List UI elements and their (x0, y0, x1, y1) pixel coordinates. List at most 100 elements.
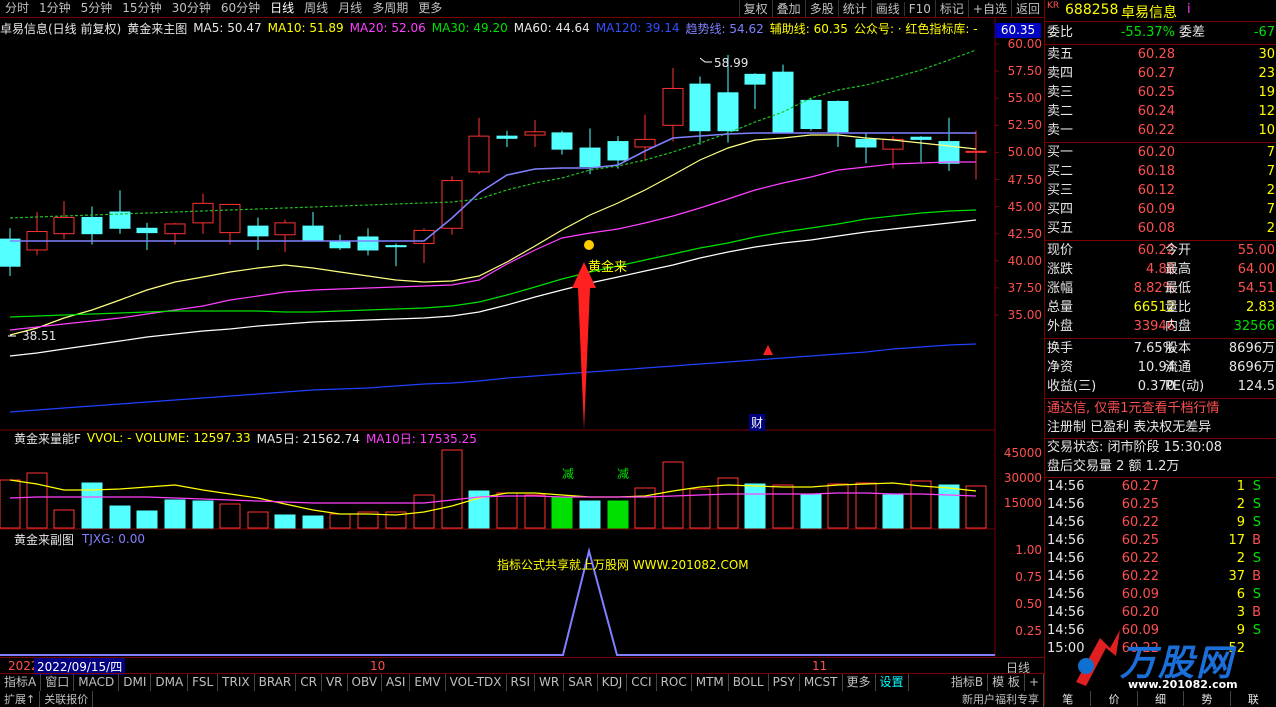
indicator-tab-18[interactable]: CCI (627, 674, 657, 691)
indicator-tab-11[interactable]: ASI (382, 674, 411, 691)
indicator-tab-13[interactable]: VOL-TDX (446, 674, 507, 691)
candle[interactable] (441, 176, 463, 235)
candle[interactable] (357, 228, 379, 256)
quote-tab-0[interactable]: 笔 (1045, 691, 1092, 706)
volume-bar[interactable] (882, 494, 904, 529)
indicator-tab-1[interactable]: 窗口 (41, 674, 75, 691)
candle[interactable] (938, 117, 960, 171)
volume-bar[interactable] (607, 500, 629, 529)
volume-bar[interactable] (0, 479, 21, 529)
candle[interactable] (800, 98, 822, 131)
bid-row[interactable]: 买五 60.08 2 (1047, 220, 1275, 238)
candle[interactable] (136, 222, 158, 250)
toolbar-button-1[interactable]: 叠加 (771, 0, 805, 17)
bid-row[interactable]: 买一 60.20 7 (1047, 144, 1275, 162)
indicator-tab-12[interactable]: EMV (410, 674, 446, 691)
toolbar-button-4[interactable]: 画线 (870, 0, 904, 17)
indicator-tab-2[interactable]: MACD (74, 674, 120, 691)
indicator-tab-25[interactable]: 设置 (876, 674, 909, 691)
bid-row[interactable]: 买四 60.09 7 (1047, 201, 1275, 219)
candle[interactable] (607, 136, 629, 169)
ad-line-1[interactable]: 通达信, 仅需1元查看千档行情 (1047, 400, 1275, 418)
volume-bar[interactable] (26, 472, 48, 529)
volume-bar[interactable] (329, 513, 351, 529)
indicator-tab-21[interactable]: BOLL (729, 674, 769, 691)
volume-bar[interactable] (938, 484, 960, 529)
ask-row[interactable]: 卖一 60.22 10 (1047, 122, 1275, 140)
indicator-right-tab-1[interactable]: 模 板 (988, 674, 1025, 691)
promo-link[interactable]: 新用户福利专享 (958, 690, 1044, 707)
indicator-tab-17[interactable]: KDJ (598, 674, 628, 691)
quote-tab-4[interactable]: 联 (1231, 691, 1276, 706)
volume-bar[interactable] (164, 499, 186, 529)
volume-bar[interactable] (441, 449, 463, 529)
toolbar-button-3[interactable]: 统计 (837, 0, 871, 17)
quote-tab-2[interactable]: 细 (1138, 691, 1185, 706)
volume-bar[interactable] (551, 496, 573, 529)
candle[interactable] (385, 243, 407, 267)
indicator-tab-7[interactable]: BRAR (255, 674, 297, 691)
ad-line-2[interactable]: 注册制 已盈利 表决权无差异 (1047, 419, 1275, 437)
period-tab-5[interactable]: 60分钟 (216, 0, 265, 17)
toolbar-button-5[interactable]: F10 (903, 1, 935, 16)
indicator-tab-8[interactable]: CR (296, 674, 322, 691)
indicator-tab-10[interactable]: OBV (348, 674, 383, 691)
ask-row[interactable]: 卖二 60.24 12 (1047, 103, 1275, 121)
toolbar-button-2[interactable]: 多股 (804, 0, 838, 17)
volume-bar[interactable] (772, 484, 794, 529)
period-tab-7[interactable]: 周线 (299, 0, 333, 17)
bottom-link-1[interactable]: 关联报价 (40, 690, 94, 707)
period-tab-6[interactable]: 日线 (265, 0, 299, 17)
finance-marker[interactable]: 财 (749, 414, 766, 431)
indicator-tab-9[interactable]: VR (322, 674, 348, 691)
candle[interactable] (524, 119, 546, 147)
toolbar-button-6[interactable]: 标记 (934, 0, 968, 17)
candle[interactable] (81, 206, 103, 245)
candle[interactable] (827, 100, 849, 147)
indicator-tab-14[interactable]: RSI (507, 674, 536, 691)
indicator-tab-5[interactable]: FSL (188, 674, 219, 691)
volume-bar[interactable] (247, 511, 269, 529)
candle[interactable] (910, 136, 932, 163)
candle[interactable] (413, 228, 435, 263)
bid-row[interactable]: 买三 60.12 2 (1047, 182, 1275, 200)
volume-bar[interactable] (827, 483, 849, 529)
volume-bar[interactable] (109, 505, 131, 529)
candle[interactable] (0, 228, 21, 276)
volume-bar[interactable] (136, 510, 158, 529)
indicator-tab-15[interactable]: WR (535, 674, 565, 691)
period-tab-3[interactable]: 15分钟 (117, 0, 166, 17)
bottom-link-0[interactable]: 扩展↑ (0, 690, 41, 707)
indicator-tab-23[interactable]: MCST (800, 674, 843, 691)
candle[interactable] (53, 201, 75, 240)
volume-bar[interactable] (496, 492, 518, 529)
toolbar-button-8[interactable]: 返回 (1010, 0, 1044, 17)
indicator-right-tab-0[interactable]: 指标B (947, 674, 989, 691)
indicator-tab-16[interactable]: SAR (564, 674, 598, 691)
indicator-tab-4[interactable]: DMA (151, 674, 189, 691)
volume-bar[interactable] (800, 493, 822, 529)
candle[interactable] (329, 234, 351, 250)
candle[interactable] (744, 73, 766, 110)
volume-bar[interactable] (855, 482, 877, 529)
indicator-tab-19[interactable]: ROC (657, 674, 692, 691)
candle[interactable] (772, 64, 794, 134)
candle[interactable] (247, 217, 269, 250)
candle[interactable] (468, 117, 490, 175)
candle[interactable] (109, 190, 131, 234)
period-tab-4[interactable]: 30分钟 (167, 0, 216, 17)
ask-row[interactable]: 卖五 60.28 30 (1047, 46, 1275, 64)
indicator-tab-3[interactable]: DMI (119, 674, 152, 691)
period-tab-1[interactable]: 1分钟 (34, 0, 76, 17)
indicator-tab-6[interactable]: TRIX (218, 674, 255, 691)
volume-bar[interactable] (634, 487, 656, 529)
toolbar-button-7[interactable]: +自选 (967, 0, 1011, 17)
quote-tab-1[interactable]: 价 (1091, 691, 1138, 706)
ask-row[interactable]: 卖四 60.27 23 (1047, 65, 1275, 83)
period-tab-8[interactable]: 月线 (333, 0, 367, 17)
candle[interactable] (496, 130, 518, 147)
volume-bar[interactable] (219, 503, 241, 529)
candle[interactable] (26, 212, 48, 256)
indicator-tab-24[interactable]: 更多 (843, 674, 876, 691)
period-tab-10[interactable]: 更多 (413, 0, 447, 17)
